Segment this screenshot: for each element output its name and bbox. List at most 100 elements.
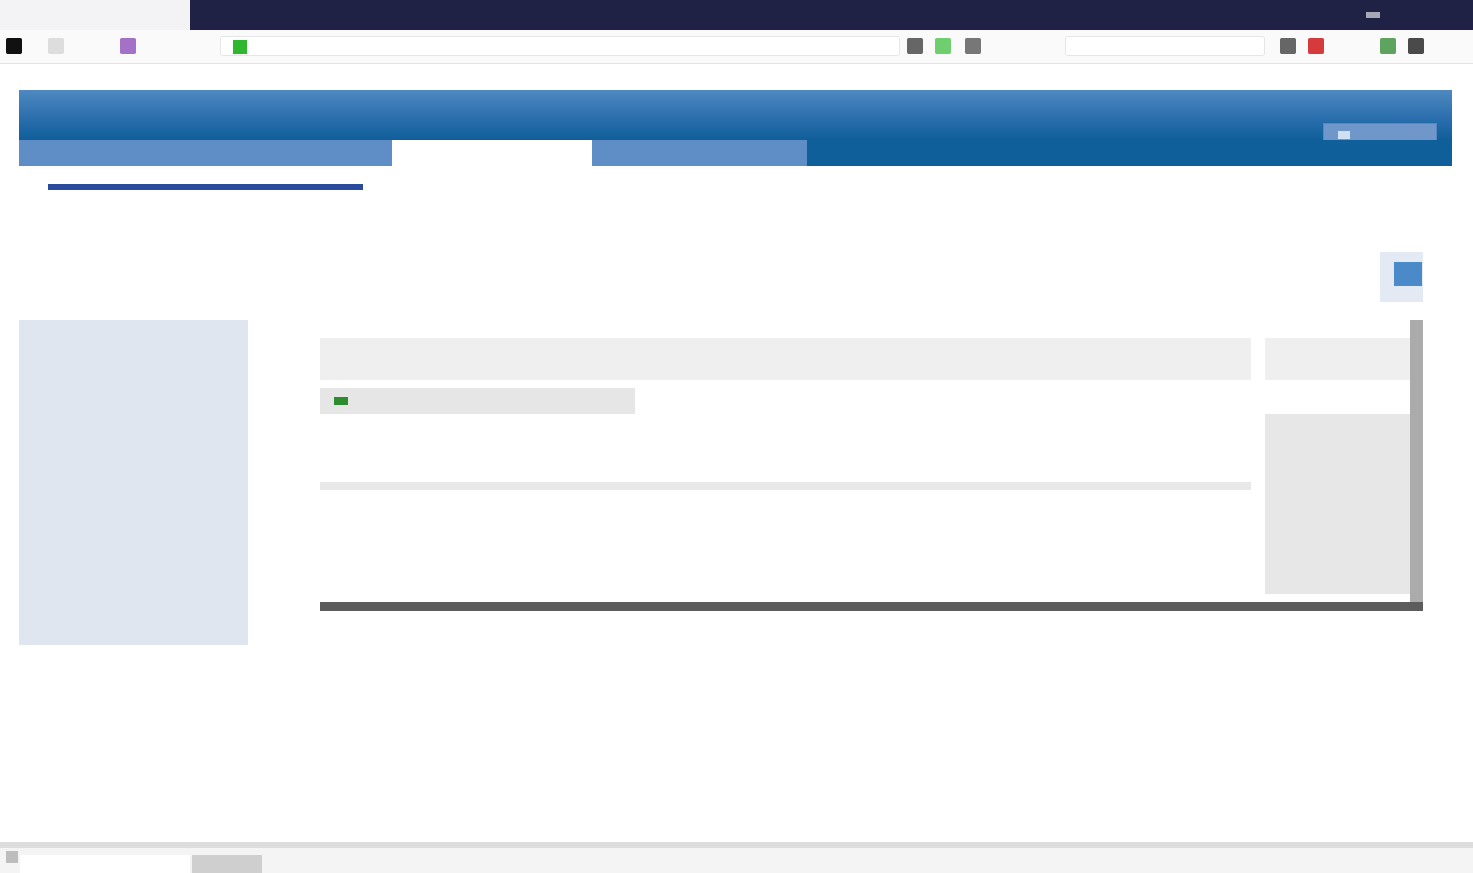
breadcrumb-bar	[48, 184, 363, 190]
table-cell	[1050, 566, 1130, 580]
table-cell	[1050, 456, 1130, 470]
table-title	[320, 312, 500, 330]
utility-link-1[interactable]	[990, 172, 1050, 184]
utility-link-2[interactable]	[1052, 172, 1092, 184]
table-cell	[650, 456, 730, 470]
column-header-2[interactable]	[650, 352, 720, 366]
side-widget[interactable]	[1380, 252, 1423, 302]
browser-tab-3[interactable]	[118, 8, 173, 22]
browser-toolbar	[0, 30, 1473, 64]
menu-icon[interactable]	[1408, 38, 1424, 54]
horizontal-scrollbar[interactable]	[320, 602, 1423, 611]
row-title-link[interactable]	[334, 566, 634, 580]
table-row[interactable]	[320, 414, 1251, 444]
sidebar-item-3[interactable]	[33, 370, 223, 384]
table-header	[320, 338, 1251, 380]
column-header-5[interactable]	[878, 352, 958, 366]
sidebar-item-4[interactable]	[33, 396, 223, 410]
utility-subtext	[1222, 188, 1382, 200]
right-column-cell	[1265, 490, 1410, 520]
status-segment-active[interactable]	[192, 855, 262, 873]
sidebar-item-2[interactable]	[33, 348, 223, 362]
utility-link-3[interactable]	[1094, 172, 1134, 184]
status-icon	[6, 851, 18, 863]
table-cell	[1050, 422, 1130, 436]
address-bar[interactable]	[220, 36, 900, 56]
sidebar	[19, 320, 248, 645]
column-header-6[interactable]	[964, 352, 1044, 366]
table-cell	[794, 532, 874, 546]
sidebar-item-8[interactable]	[33, 520, 223, 534]
vertical-scrollbar[interactable]	[1410, 320, 1423, 602]
secure-lock-icon	[233, 40, 247, 54]
table-cell	[1140, 456, 1220, 470]
table-row[interactable]	[320, 558, 1251, 588]
table-cell	[1140, 422, 1220, 436]
extension-icon[interactable]	[120, 38, 136, 54]
utility-link-4[interactable]	[1136, 172, 1196, 184]
column-header-7[interactable]	[1050, 352, 1130, 366]
search-placeholder	[1072, 40, 1252, 54]
footer-left-links[interactable]	[32, 704, 282, 716]
table-cell	[1050, 532, 1130, 546]
sidebar-item-1[interactable]	[33, 328, 223, 342]
row-title-link[interactable]	[334, 532, 634, 546]
banner-right-text[interactable]	[1323, 104, 1433, 118]
downloads-icon[interactable]	[1280, 38, 1296, 54]
table-cell	[878, 456, 958, 470]
banner-title	[33, 96, 553, 126]
footer-right-links[interactable]	[1120, 704, 1410, 716]
site-tab-bar	[19, 140, 1452, 166]
group-row-label	[354, 394, 614, 408]
table-cell	[794, 566, 874, 580]
back-icon[interactable]	[6, 38, 22, 54]
forward-icon[interactable]	[48, 38, 64, 54]
table-cell	[878, 532, 958, 546]
right-column-cell	[1265, 558, 1410, 588]
address-text[interactable]	[255, 40, 855, 54]
table-row[interactable]	[320, 490, 1251, 520]
sidebar-item-5[interactable]	[33, 428, 223, 442]
utility-links	[990, 172, 1410, 200]
sync-icon[interactable]	[1380, 38, 1396, 54]
bookmark-icon[interactable]	[907, 38, 923, 54]
table-cell	[650, 532, 730, 546]
table-cell	[722, 532, 802, 546]
column-header-4[interactable]	[794, 352, 874, 366]
column-header-1[interactable]	[334, 352, 634, 366]
column-header-3[interactable]	[722, 352, 792, 366]
row-title-link[interactable]	[334, 422, 634, 436]
right-column-cell	[1265, 448, 1410, 478]
table-row[interactable]	[320, 448, 1251, 478]
tab-2[interactable]	[392, 140, 592, 166]
sidebar-item-9[interactable]	[33, 552, 223, 566]
column-header-8[interactable]	[1140, 352, 1240, 366]
browser-status-bar	[0, 842, 1473, 873]
sidebar-item-6[interactable]	[33, 462, 223, 476]
sidebar-item-7[interactable]	[33, 490, 223, 504]
browser-tab-2[interactable]	[62, 8, 117, 22]
tab-3[interactable]	[592, 140, 807, 166]
table-cell	[878, 498, 958, 512]
table-cell	[964, 456, 1044, 470]
row-title-link[interactable]	[334, 456, 634, 470]
top-links[interactable]	[1294, 70, 1438, 80]
search-input[interactable]	[1065, 36, 1265, 56]
row-title-link[interactable]	[334, 498, 634, 512]
group-row[interactable]	[320, 388, 635, 414]
notification-icon[interactable]	[1308, 38, 1324, 54]
table-cell	[794, 422, 874, 436]
utility-link-6[interactable]	[1222, 172, 1410, 184]
status-text	[266, 857, 466, 871]
table-row[interactable]	[320, 524, 1251, 554]
browser-tab-strip[interactable]	[0, 0, 190, 30]
tab-1[interactable]	[19, 140, 392, 166]
page-title	[32, 224, 422, 248]
window-control-icon[interactable]	[1366, 12, 1380, 18]
browser-tab-1[interactable]	[6, 8, 61, 22]
reader-icon[interactable]	[965, 38, 981, 54]
table-cell	[722, 566, 802, 580]
addon-icon[interactable]	[935, 38, 951, 54]
widget-icon	[1394, 262, 1422, 286]
tab-3-label	[606, 146, 791, 160]
